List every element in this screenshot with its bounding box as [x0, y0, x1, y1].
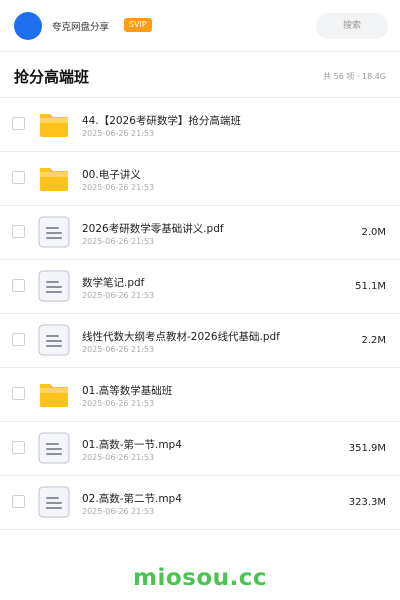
document-icon [38, 270, 70, 302]
folder-summary: 共 56 项 · 18.4G [323, 72, 386, 81]
watermark: miosou.cc [132, 565, 268, 591]
document-icon [38, 324, 70, 356]
share-header: 夸克网盘分享 SVIP 搜索 [0, 0, 400, 52]
file-name[interactable]: 线性代数大纲考点教材-2026线代基础.pdf [82, 329, 280, 344]
file-row[interactable]: 44.【2026考研数学】抢分高端班 2025-06-26 21:53 [0, 98, 400, 152]
file-date: 2025-06-26 21:53 [82, 399, 155, 408]
file-size: 2.0M [361, 227, 386, 238]
footer: miosou.cc [0, 556, 400, 600]
select-checkbox[interactable] [12, 333, 25, 346]
document-icon [38, 486, 70, 518]
file-row[interactable]: 00.电子讲义 2025-06-26 21:53 [0, 152, 400, 206]
select-checkbox[interactable] [12, 279, 25, 292]
document-icon [38, 432, 70, 464]
select-checkbox[interactable] [12, 117, 25, 130]
sharer-name: 夸克网盘分享 [52, 22, 110, 33]
file-row[interactable]: 2026考研数学零基础讲义.pdf 2025-06-26 21:53 2.0M [0, 206, 400, 260]
file-name[interactable]: 02.高数-第二节.mp4 [82, 491, 182, 506]
file-size: 323.3M [348, 497, 386, 508]
file-name[interactable]: 数学笔记.pdf [82, 275, 144, 290]
file-date: 2025-06-26 21:53 [82, 453, 155, 462]
file-date: 2025-06-26 21:53 [82, 237, 155, 246]
file-name[interactable]: 44.【2026考研数学】抢分高端班 [82, 113, 241, 128]
page-title: 抢分高端班 [14, 68, 90, 86]
avatar[interactable] [14, 12, 42, 40]
folder-title-bar: 抢分高端班 共 56 项 · 18.4G [0, 52, 400, 98]
file-row[interactable]: 01.高数-第一节.mp4 2025-06-26 21:53 351.9M [0, 422, 400, 476]
select-checkbox[interactable] [12, 171, 25, 184]
file-name[interactable]: 01.高等数学基础班 [82, 383, 172, 398]
file-date: 2025-06-26 21:53 [82, 507, 155, 516]
svip-badge: SVIP [124, 18, 152, 32]
file-row[interactable]: 线性代数大纲考点教材-2026线代基础.pdf 2025-06-26 21:53 2… [0, 314, 400, 368]
file-row[interactable]: 01.高等数学基础班 2025-06-26 21:53 [0, 368, 400, 422]
file-list: 44.【2026考研数学】抢分高端班 2025-06-26 21:53 00.电子讲… [0, 98, 400, 530]
file-name[interactable]: 00.电子讲义 [82, 167, 141, 182]
search-button[interactable]: 搜索 [316, 13, 388, 39]
select-checkbox[interactable] [12, 225, 25, 238]
folder-icon [38, 378, 70, 410]
select-checkbox[interactable] [12, 441, 25, 454]
select-checkbox[interactable] [12, 387, 25, 400]
folder-icon [38, 108, 70, 140]
file-row[interactable]: 02.高数-第二节.mp4 2025-06-26 21:53 323.3M [0, 476, 400, 530]
file-size: 2.2M [361, 335, 386, 346]
file-name[interactable]: 01.高数-第一节.mp4 [82, 437, 182, 452]
file-date: 2025-06-26 21:53 [82, 291, 155, 300]
document-icon [38, 216, 70, 248]
file-date: 2025-06-26 21:53 [82, 345, 155, 354]
select-checkbox[interactable] [12, 495, 25, 508]
file-name[interactable]: 2026考研数学零基础讲义.pdf [82, 221, 224, 236]
file-date: 2025-06-26 21:53 [82, 129, 155, 138]
file-size: 351.9M [348, 443, 386, 454]
file-size: 51.1M [355, 281, 386, 292]
file-row[interactable]: 数学笔记.pdf 2025-06-26 21:53 51.1M [0, 260, 400, 314]
folder-icon [38, 162, 70, 194]
file-date: 2025-06-26 21:53 [82, 183, 155, 192]
